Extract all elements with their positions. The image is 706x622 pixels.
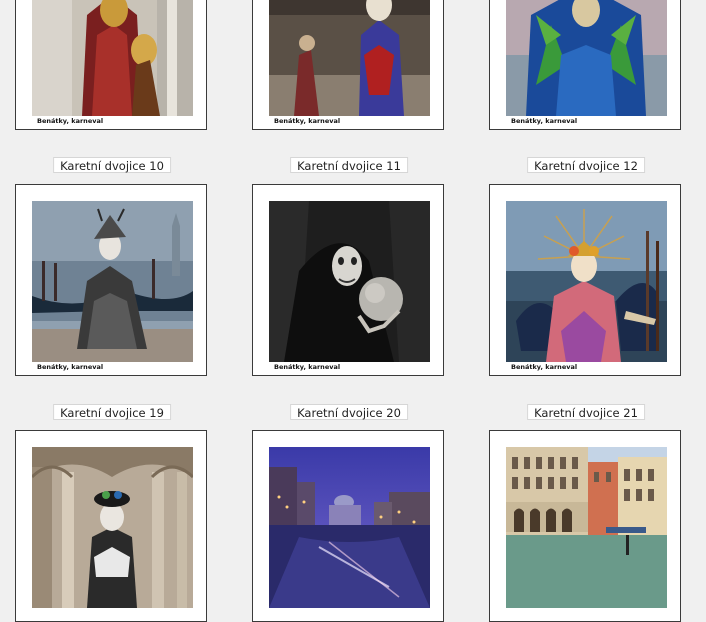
- card-photo-feather-costume: [506, 0, 667, 116]
- card-photo-carnival-masks: [32, 0, 193, 116]
- card-caption: Benátky, karneval: [37, 117, 104, 125]
- card-21[interactable]: [489, 430, 681, 622]
- card-photo-arcade-costume: [32, 447, 193, 608]
- card-title-20: Karetní dvojice 20: [290, 404, 408, 420]
- card-caption: Benátky, karneval: [274, 363, 341, 371]
- card-title-12: Karetní dvojice 12: [527, 157, 645, 173]
- card-12[interactable]: Benátky, karneval: [489, 184, 681, 376]
- card-20[interactable]: [252, 430, 444, 622]
- card-19[interactable]: [15, 430, 207, 622]
- card-title-11: Karetní dvojice 11: [290, 157, 408, 173]
- card-title-19: Karetní dvojice 19: [53, 404, 171, 420]
- card-11[interactable]: Benátky, karneval: [252, 184, 444, 376]
- card-title-10: Karetní dvojice 10: [53, 157, 171, 173]
- card-photo-canal-palazzi: [506, 447, 667, 608]
- card-caption: Benátky, karneval: [511, 363, 578, 371]
- card-caption: Benátky, karneval: [511, 117, 578, 125]
- card-3[interactable]: Benátky, karneval: [489, 0, 681, 130]
- card-photo-dark-hooded-mask: [269, 201, 430, 362]
- card-caption: Benátky, karneval: [274, 117, 341, 125]
- card-1[interactable]: Benátky, karneval: [15, 0, 207, 130]
- card-title-21: Karetní dvojice 21: [527, 404, 645, 420]
- card-2[interactable]: Benátky, karneval: [252, 0, 444, 130]
- card-caption: Benátky, karneval: [37, 363, 104, 371]
- card-photo-sun-crown-costume: [506, 201, 667, 362]
- card-10[interactable]: Benátky, karneval: [15, 184, 207, 376]
- card-photo-gondolas-costume: [32, 201, 193, 362]
- card-photo-grand-canal-evening: [269, 447, 430, 608]
- card-photo-carnival-costume: [269, 0, 430, 116]
